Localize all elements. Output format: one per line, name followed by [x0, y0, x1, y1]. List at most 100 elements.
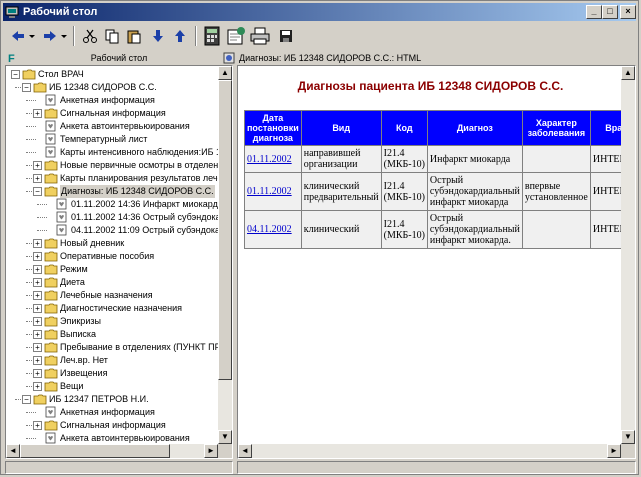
paste-button[interactable]: [123, 25, 145, 47]
expand-icon[interactable]: +: [33, 239, 42, 248]
character-cell: [521, 145, 591, 173]
tree-node[interactable]: − Диагнозы: ИБ 12348 СИДОРОВ С.С.: [6, 185, 216, 198]
diagnosis-date-link[interactable]: 01.11.2002: [247, 186, 292, 197]
scroll-down-button[interactable]: ▼: [621, 430, 635, 444]
diagnosis-date-link[interactable]: 01.11.2002: [247, 154, 292, 165]
tree-node[interactable]: + Пребывание в отделениях (ПУНКТ ПРИЕ: [6, 341, 232, 354]
tree-node[interactable]: + Леч.вр. Нет: [6, 354, 216, 367]
cut-button[interactable]: [79, 25, 101, 47]
diagnosis-date-link[interactable]: 04.11.2002: [247, 224, 292, 235]
tree-node[interactable]: Анкетная информация: [6, 94, 216, 107]
tree-node[interactable]: + Карты планирования результатов лечен: [6, 172, 227, 185]
forward-button[interactable]: [39, 25, 61, 47]
tree-node[interactable]: 01.11.2002 14:36 Инфаркт миокарда.: [6, 198, 225, 211]
expand-icon[interactable]: +: [33, 421, 42, 430]
tree-node-label: Вещи: [60, 381, 84, 391]
scroll-down-button[interactable]: ▼: [218, 430, 232, 444]
back-dropdown-button[interactable]: [27, 25, 37, 47]
copy-button[interactable]: [101, 25, 123, 47]
folder-icon: [44, 316, 58, 327]
move-down-button[interactable]: [147, 25, 169, 47]
tree-node[interactable]: + Эпикризы: [6, 315, 216, 328]
calculator-button[interactable]: [201, 25, 223, 47]
collapse-icon[interactable]: −: [11, 70, 20, 79]
expand-icon[interactable]: +: [33, 161, 42, 170]
collapse-icon[interactable]: −: [22, 83, 31, 92]
scroll-right-button[interactable]: ►: [204, 444, 218, 458]
tree-node[interactable]: + Новые первичные осмотры в отделения: [6, 159, 228, 172]
forward-dropdown-button[interactable]: [59, 25, 69, 47]
document-horizontal-scrollbar[interactable]: ◄ ►: [238, 444, 621, 458]
tree-node[interactable]: − Стол ВРАЧ: [6, 68, 216, 81]
scroll-right-button[interactable]: ►: [607, 444, 621, 458]
tree-vertical-scrollbar[interactable]: ▲ ▼: [218, 66, 232, 444]
expand-icon[interactable]: +: [33, 109, 42, 118]
tree-node-label: Извещения: [60, 368, 108, 378]
save-button[interactable]: [275, 25, 297, 47]
tree-node[interactable]: − ИБ 12348 СИДОРОВ С.С.: [6, 81, 216, 94]
tree-node-label-selected: Диагнозы: ИБ 12348 СИДОРОВ С.С.: [60, 185, 215, 198]
folder-icon: [44, 329, 58, 340]
tree-node[interactable]: 04.11.2002 11:09 Острый субэндокарди: [6, 224, 232, 237]
tree-node-label: Анкетная информация: [60, 95, 155, 105]
maximize-button[interactable]: □: [602, 5, 618, 19]
expand-icon[interactable]: +: [33, 304, 42, 313]
scroll-up-button[interactable]: ▲: [218, 66, 232, 80]
tree-node[interactable]: Анкета автоинтервьюирования: [6, 120, 216, 133]
expand-icon[interactable]: +: [33, 317, 42, 326]
tree-node[interactable]: + Извещения: [6, 367, 216, 380]
tree-node[interactable]: Анкетная информация: [6, 406, 216, 419]
print-button[interactable]: [249, 25, 271, 47]
tree-node[interactable]: Карты интенсивного наблюдения:ИБ 123: [6, 146, 231, 159]
collapse-icon[interactable]: −: [33, 187, 42, 196]
title-bar[interactable]: Рабочий стол _ □ ×: [3, 3, 636, 21]
collapse-icon[interactable]: −: [22, 395, 31, 404]
document-vertical-scrollbar[interactable]: ▲ ▼: [621, 66, 635, 444]
scroll-left-button[interactable]: ◄: [6, 444, 20, 458]
document-heart-icon: [45, 94, 56, 106]
close-button[interactable]: ×: [620, 5, 636, 19]
tree-node-label: Анкетная информация: [60, 407, 155, 417]
tree-node[interactable]: Температурный лист: [6, 133, 216, 146]
tree-node[interactable]: + Новый дневник: [6, 237, 216, 250]
tree-node-label: Выписка: [60, 329, 97, 339]
document-title: Диагнозы пациента ИБ 12348 СИДОРОВ С.С.: [297, 79, 564, 93]
code-cell: I21.4 (МКБ-10): [380, 210, 428, 249]
expand-icon[interactable]: +: [33, 382, 42, 391]
tree-node[interactable]: + Сигнальная информация: [6, 419, 216, 432]
expand-icon[interactable]: +: [33, 343, 42, 352]
tree-node[interactable]: + Диагностические назначения: [6, 302, 216, 315]
tree-node[interactable]: + Лечебные назначения: [6, 289, 216, 302]
tree-node[interactable]: + Выписка: [6, 328, 216, 341]
tree-node[interactable]: + Вещи: [6, 380, 216, 393]
move-up-button[interactable]: [169, 25, 191, 47]
tree-node-label: Лечебные назначения: [60, 290, 153, 300]
expand-icon[interactable]: +: [33, 369, 42, 378]
expand-icon[interactable]: +: [33, 356, 42, 365]
expand-icon[interactable]: +: [33, 278, 42, 287]
scroll-up-button[interactable]: ▲: [621, 66, 635, 80]
expand-icon[interactable]: +: [33, 174, 42, 183]
scroll-left-button[interactable]: ◄: [238, 444, 252, 458]
expand-icon[interactable]: +: [33, 252, 42, 261]
tree-node[interactable]: + Режим: [6, 263, 216, 276]
minimize-button[interactable]: _: [586, 5, 602, 19]
tree-node[interactable]: + Оперативные пособия: [6, 250, 216, 263]
column-header: Код: [380, 110, 428, 146]
tree-node[interactable]: + Сигнальная информация: [6, 107, 216, 120]
back-button[interactable]: [7, 25, 29, 47]
tree-node-label: Пребывание в отделениях (ПУНКТ ПРИЕ: [60, 342, 233, 352]
desktop-icon: [5, 6, 19, 18]
expand-icon[interactable]: +: [33, 265, 42, 274]
form-button[interactable]: [225, 25, 247, 47]
tree-node[interactable]: 01.11.2002 14:36 Острый субэндокардис: [6, 211, 232, 224]
expand-icon[interactable]: +: [33, 291, 42, 300]
expand-icon[interactable]: +: [33, 330, 42, 339]
tree-node[interactable]: + Диета: [6, 276, 216, 289]
chevron-down-icon: [61, 35, 67, 38]
tree-node[interactable]: − ИБ 12347 ПЕТРОВ Н.И.: [6, 393, 216, 406]
folder-icon: [44, 290, 58, 301]
tree-horizontal-scrollbar[interactable]: ◄ ►: [6, 444, 218, 458]
scroll-thumb[interactable]: [20, 444, 170, 458]
scroll-thumb[interactable]: [218, 80, 232, 380]
